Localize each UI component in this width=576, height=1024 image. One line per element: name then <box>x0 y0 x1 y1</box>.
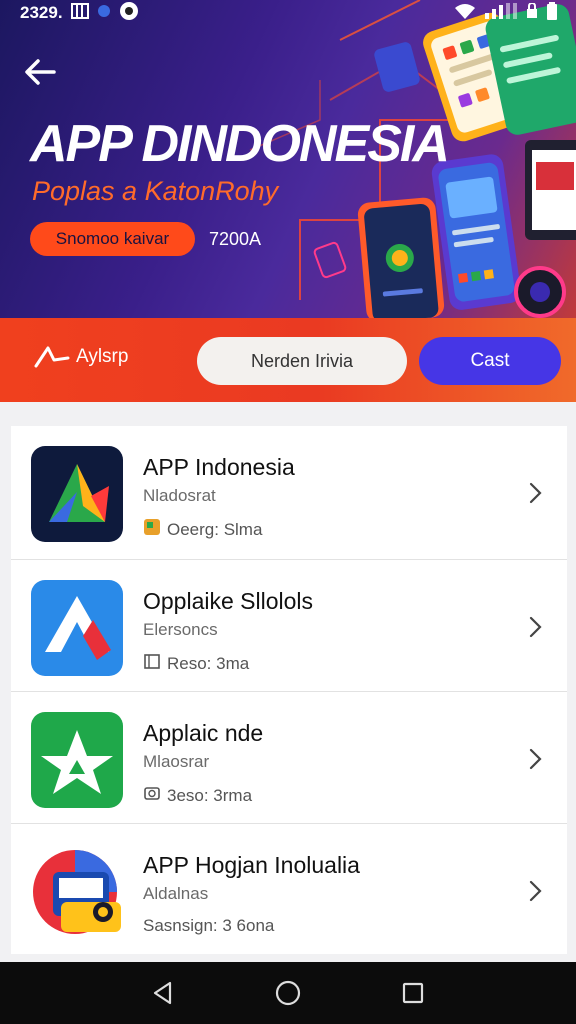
brand-label: Aylsrp <box>76 346 129 367</box>
app-subtitle: Aldalnas <box>143 884 209 903</box>
calendar-icon <box>143 652 161 675</box>
hero-count: 7200A <box>209 229 262 249</box>
app-meta-text: Reso: 3ma <box>167 653 250 673</box>
app-list: APP Indonesia Nladosrat Oeerg: Slma Oppl… <box>11 426 567 954</box>
back-button[interactable] <box>20 52 60 92</box>
lock-icon <box>526 1 538 24</box>
app-title: Opplaike Sllolols <box>143 588 314 614</box>
hero-subtitle: Poplas a KatonRohy <box>32 176 279 206</box>
back-triangle-icon <box>153 981 171 1005</box>
status-bar: 2329. <box>0 0 576 26</box>
gallery-icon <box>70 2 89 24</box>
brand: Aylsrp <box>34 346 128 368</box>
app-meta: Reso: 3ma <box>143 652 249 675</box>
hero-pill-button[interactable]: Snomoo kaivar <box>30 222 195 256</box>
app-title: APP Indonesia <box>143 454 295 480</box>
list-item[interactable]: APP Indonesia Nladosrat Oeerg: Slma <box>11 426 567 558</box>
sync-icon <box>119 1 139 26</box>
clock: 2329. <box>20 3 63 22</box>
bus-logo-icon <box>31 844 123 940</box>
arrow-left-icon <box>25 59 56 85</box>
list-item[interactable]: Opplaike Sllolols Elersoncs Reso: 3ma <box>11 559 567 691</box>
secondary-button[interactable]: Nerden Irivia <box>197 337 407 385</box>
category-icon <box>143 518 161 541</box>
app-meta: 3eso: 3rma <box>143 784 252 807</box>
app-title: Applaic nde <box>143 720 264 746</box>
status-right <box>454 1 558 25</box>
home-circle-icon <box>275 980 301 1006</box>
chevron-right-icon <box>529 880 542 902</box>
nav-back-button[interactable] <box>148 978 178 1008</box>
wifi-icon <box>454 3 476 24</box>
camera-icon <box>143 784 161 807</box>
chevron-right-icon <box>529 482 542 504</box>
triangle-logo-icon <box>31 446 123 542</box>
nav-home-button[interactable] <box>273 978 303 1008</box>
app-meta-text: Sasnsign: 3 6ona <box>143 916 275 935</box>
cast-button[interactable]: Cast <box>419 337 561 385</box>
action-bar: Aylsrp Nerden Irivia Cast <box>0 318 576 402</box>
app-subtitle: Nladosrat <box>143 486 216 505</box>
hero-title: APP DINDONESIA <box>30 115 450 173</box>
app-subtitle: Elersoncs <box>143 620 218 639</box>
signal-icon <box>484 2 518 24</box>
app-subtitle: Mlaosrar <box>143 752 210 771</box>
app-meta: Sasnsign: 3 6ona <box>143 916 274 936</box>
app-meta-text: Oeerg: Slma <box>167 519 263 539</box>
chat-icon <box>97 3 111 24</box>
status-left: 2329. <box>20 1 139 26</box>
system-nav-bar <box>0 962 576 1024</box>
arrow-logo-icon <box>31 580 123 676</box>
app-meta-text: 3eso: 3rma <box>167 785 253 805</box>
chevron-right-icon <box>529 616 542 638</box>
chevron-right-icon <box>529 748 542 770</box>
star-logo-icon <box>31 712 123 808</box>
app-screen: 2329. APP DINDONESIA Poplas a KatonRohy … <box>0 0 576 1024</box>
brand-logo-icon <box>34 346 70 368</box>
hero-banner: 2329. APP DINDONESIA Poplas a KatonRohy … <box>0 0 576 320</box>
nav-recents-button[interactable] <box>398 978 428 1008</box>
recents-square-icon <box>403 982 424 1004</box>
list-item[interactable]: APP Hogjan Inolualia Aldalnas Sasnsign: … <box>11 823 567 955</box>
app-meta: Oeerg: Slma <box>143 518 262 541</box>
app-title: APP Hogjan Inolualia <box>143 852 360 878</box>
battery-icon <box>546 1 558 25</box>
list-item[interactable]: Applaic nde Mlaosrar 3eso: 3rma <box>11 691 567 823</box>
